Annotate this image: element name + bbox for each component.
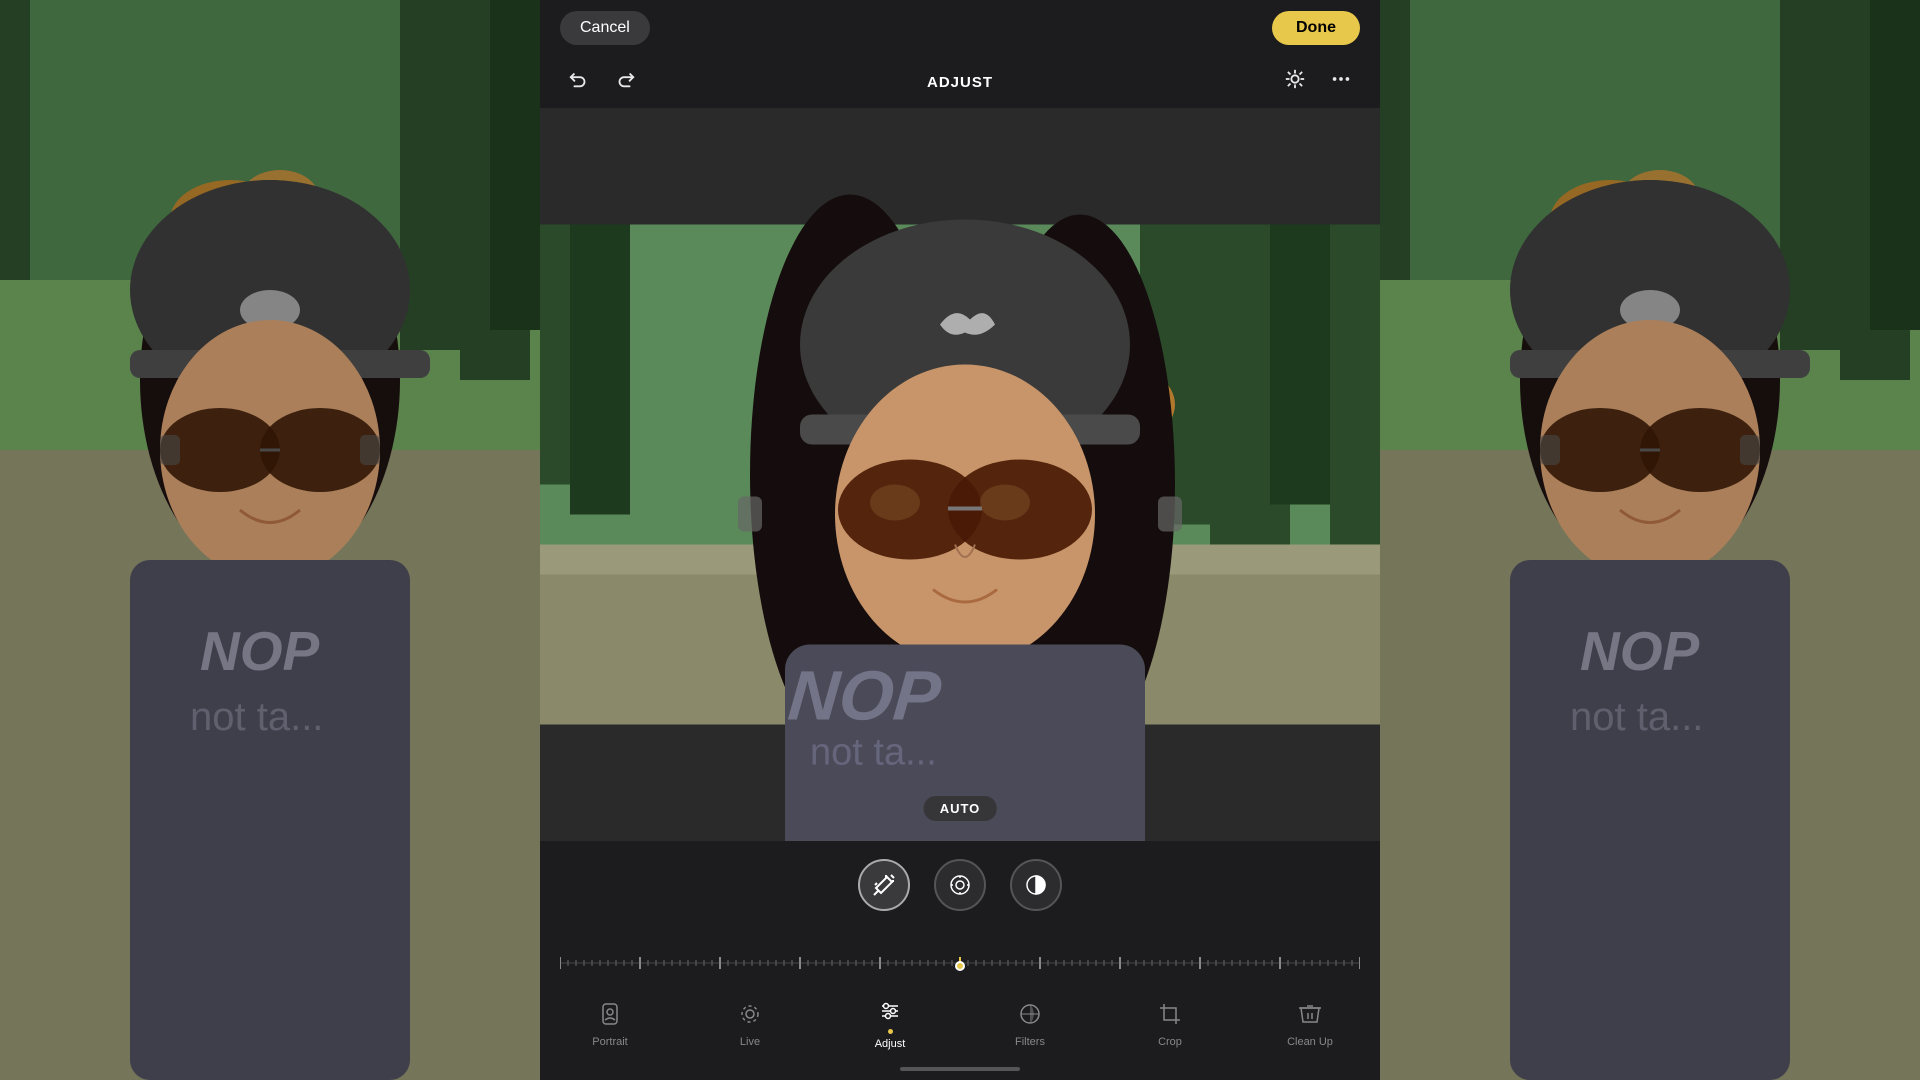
adjust-active-indicator [888, 1029, 893, 1034]
adjustment-icons-row [540, 841, 1380, 923]
adjust-label: Adjust [875, 1038, 906, 1050]
redo-button[interactable] [610, 64, 640, 100]
svg-text:NOP: NOP [1580, 620, 1700, 682]
slider-area: // Ticks will be rendered inline // SVG … [540, 923, 1380, 989]
tone-button[interactable] [1010, 859, 1062, 911]
crop-label: Crop [1158, 1036, 1182, 1048]
toolbar-row: ADJUST [540, 56, 1380, 108]
tab-filters[interactable]: Filters [990, 1002, 1070, 1048]
toolbar-icons [1280, 64, 1356, 100]
portrait-icon [598, 1002, 622, 1032]
tab-live[interactable]: Live [710, 1002, 790, 1048]
home-indicator [540, 1058, 1380, 1080]
magic-wand-button[interactable] [858, 859, 910, 911]
svg-text:not ta...: not ta... [1570, 695, 1703, 739]
tab-crop[interactable]: Crop [1130, 1002, 1210, 1048]
live-icon [738, 1002, 762, 1032]
top-bar: Cancel Done [540, 0, 1380, 56]
tab-cleanup[interactable]: Clean Up [1270, 1002, 1350, 1048]
crop-icon [1158, 1002, 1182, 1032]
auto-badge: AUTO [924, 796, 997, 821]
toolbar-left-icons [564, 64, 640, 100]
tab-portrait[interactable]: Portrait [570, 1002, 650, 1048]
done-button[interactable]: Done [1272, 11, 1360, 45]
adjust-icon [878, 999, 902, 1029]
background-photo-left: NOP not ta... [0, 0, 540, 1080]
auto-enhance-button[interactable] [1280, 64, 1310, 100]
adjust-controls: // Ticks will be rendered inline // SVG … [540, 841, 1380, 1080]
photo-area: NOP not ta... AUTO [540, 108, 1380, 841]
tab-bar: Portrait Live [540, 989, 1380, 1058]
background-photo-right: NOP not ta... [1380, 0, 1920, 1080]
cleanup-icon [1298, 1002, 1322, 1032]
tab-adjust[interactable]: Adjust [850, 999, 930, 1050]
more-options-button[interactable] [1326, 64, 1356, 100]
svg-text:NOP: NOP [200, 620, 320, 682]
live-label: Live [740, 1036, 760, 1048]
toolbar-title: ADJUST [927, 74, 993, 91]
filters-icon [1018, 1002, 1042, 1032]
filters-label: Filters [1015, 1036, 1045, 1048]
cancel-button[interactable]: Cancel [560, 11, 650, 45]
svg-text:NOP: NOP [785, 657, 944, 735]
undo-button[interactable] [564, 64, 594, 100]
phone-ui: Cancel Done ADJUST [540, 0, 1380, 1080]
portrait-label: Portrait [592, 1036, 627, 1048]
svg-text:not ta...: not ta... [190, 695, 323, 739]
svg-text:not ta...: not ta... [810, 732, 937, 774]
cleanup-label: Clean Up [1287, 1036, 1333, 1048]
exposure-button[interactable] [934, 859, 986, 911]
home-bar [900, 1067, 1020, 1071]
